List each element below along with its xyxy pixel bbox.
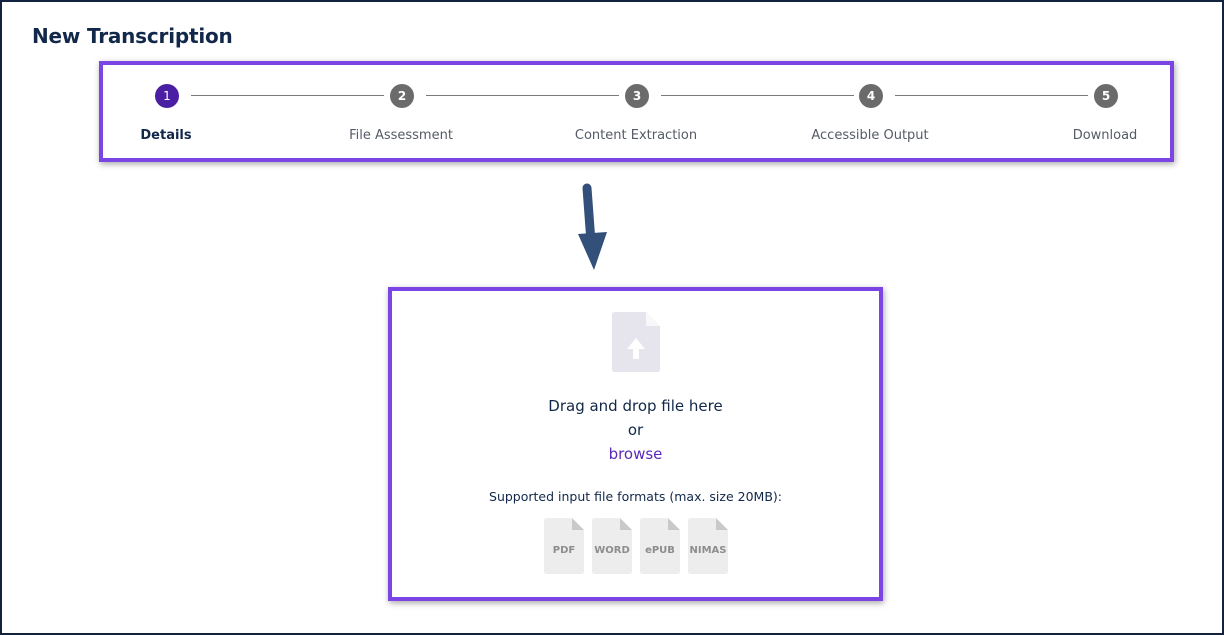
step-connector xyxy=(661,95,854,96)
drag-drop-text: Drag and drop file here xyxy=(548,397,723,415)
step-4-label: Accessible Output xyxy=(811,128,929,143)
step-connector xyxy=(426,95,619,96)
progress-stepper: 1 2 3 4 5 Details File Assessment Conten… xyxy=(99,61,1174,162)
step-3-circle[interactable]: 3 xyxy=(625,84,649,108)
step-2-label: File Assessment xyxy=(349,128,453,143)
step-connector xyxy=(895,95,1088,96)
format-label: WORD xyxy=(594,545,630,556)
format-label: PDF xyxy=(552,545,576,556)
down-arrow-icon xyxy=(578,183,607,270)
file-drop-zone[interactable]: Drag and drop file here or browse Suppor… xyxy=(388,287,883,601)
browse-link[interactable]: browse xyxy=(392,445,879,463)
file-upload-icon xyxy=(612,312,660,372)
step-5-circle[interactable]: 5 xyxy=(1094,84,1118,108)
or-text: or xyxy=(627,421,644,439)
word-format-icon: WORD xyxy=(592,518,632,574)
step-5-label: Download xyxy=(1072,128,1138,143)
nimas-format-icon: NIMAS xyxy=(688,518,728,574)
format-label: NIMAS xyxy=(689,545,727,556)
page-title: New Transcription xyxy=(32,24,233,48)
epub-format-icon: ePUB xyxy=(640,518,680,574)
step-3-label: Content Extraction xyxy=(574,128,698,143)
screenshot-frame: New Transcription 1 2 3 4 5 Details File… xyxy=(0,0,1224,635)
step-connector xyxy=(191,95,384,96)
supported-formats-text: Supported input file formats (max. size … xyxy=(489,489,782,504)
pdf-format-icon: PDF xyxy=(544,518,584,574)
step-2-circle[interactable]: 2 xyxy=(390,84,414,108)
step-4-circle[interactable]: 4 xyxy=(859,84,883,108)
step-1-label: Details xyxy=(140,128,192,143)
format-label: ePUB xyxy=(645,545,675,556)
step-1-circle[interactable]: 1 xyxy=(155,84,179,108)
